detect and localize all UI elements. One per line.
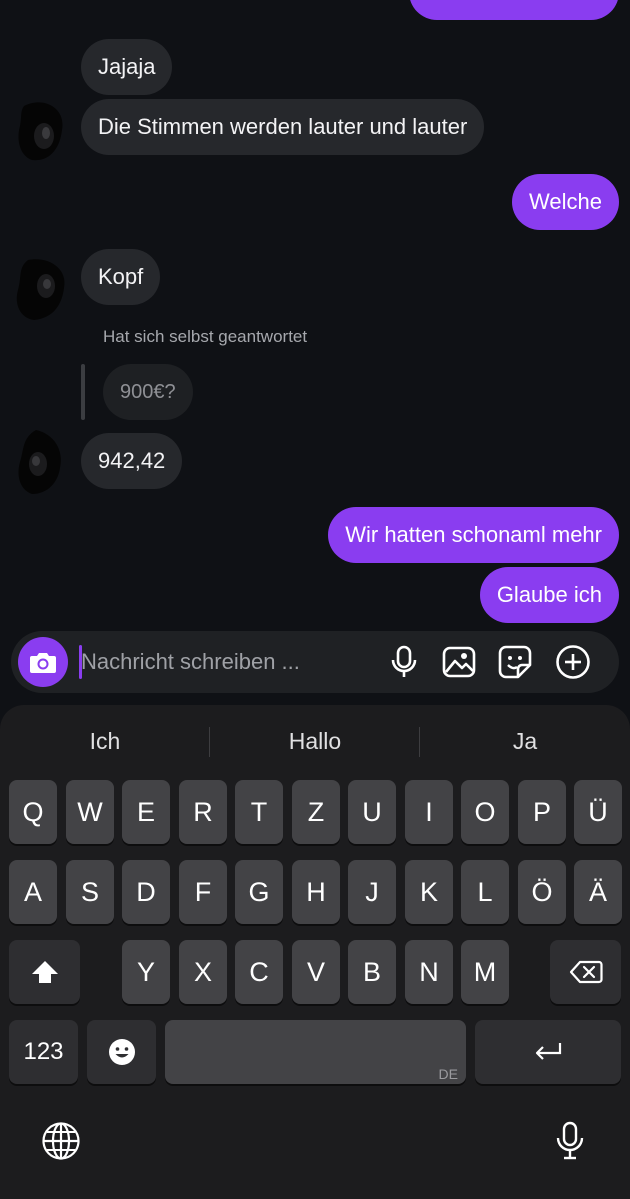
camera-button[interactable] [18, 637, 68, 687]
key[interactable]: W [66, 780, 114, 844]
key[interactable]: S [66, 860, 114, 924]
key[interactable]: Ü [574, 780, 622, 844]
contact-avatar[interactable] [14, 428, 68, 496]
quoted-message[interactable]: 900€? [103, 364, 193, 420]
return-icon [535, 1043, 562, 1060]
outgoing-message[interactable]: Welche [512, 174, 619, 230]
key[interactable]: U [348, 780, 396, 844]
key[interactable]: K [405, 860, 453, 924]
sticker-button[interactable] [497, 644, 533, 680]
space-key[interactable]: DE [165, 1020, 466, 1084]
key[interactable]: J [348, 860, 396, 924]
key[interactable]: P [518, 780, 566, 844]
conversation-view: Jajaja Die Stimmen werden lauter und lau… [0, 0, 630, 700]
suggestion-item[interactable]: Hallo [210, 719, 420, 763]
message-input[interactable] [81, 642, 381, 682]
suggestion-bar: Ich Hallo Ja [0, 719, 630, 763]
shift-arrow-icon [31, 961, 58, 983]
quote-bar [81, 364, 85, 420]
reply-indicator: Hat sich selbst geantwortet [103, 327, 308, 346]
key[interactable]: F [179, 860, 227, 924]
shift-key[interactable] [9, 940, 80, 1004]
key[interactable]: N [405, 940, 453, 1004]
key[interactable]: V [292, 940, 340, 1004]
backspace-key[interactable] [550, 940, 621, 1004]
globe-icon [42, 1122, 80, 1160]
switch-keyboard-button[interactable] [39, 1119, 83, 1163]
contact-avatar[interactable] [14, 254, 68, 322]
microphone-icon [556, 1121, 584, 1160]
gallery-button[interactable] [441, 644, 477, 680]
more-options-button[interactable] [555, 644, 591, 680]
key[interactable]: T [235, 780, 283, 844]
key[interactable]: C [235, 940, 283, 1004]
plus-circle-icon [556, 645, 590, 679]
keyboard-language-label: DE [438, 1066, 458, 1082]
return-key[interactable] [475, 1020, 621, 1084]
key[interactable]: Q [9, 780, 57, 844]
message-composer [11, 631, 619, 693]
incoming-message[interactable]: 942,42 [81, 433, 183, 489]
outgoing-message[interactable]: Glaube ich [479, 567, 619, 623]
suggestion-item[interactable]: Ich [0, 719, 210, 763]
incoming-message[interactable]: Jajaja [81, 39, 173, 95]
key[interactable]: E [122, 780, 170, 844]
key[interactable]: I [405, 780, 453, 844]
key[interactable]: X [179, 940, 227, 1004]
sticker-icon [498, 645, 532, 679]
outgoing-message-cropped[interactable] [409, 0, 619, 20]
suggestion-item[interactable]: Ja [420, 719, 630, 763]
key[interactable]: H [292, 860, 340, 924]
key[interactable]: Ä [574, 860, 622, 924]
dictation-button[interactable] [548, 1119, 592, 1163]
key[interactable]: B [348, 940, 396, 1004]
key[interactable]: M [461, 940, 509, 1004]
outgoing-message[interactable]: Wir hatten schonaml mehr [328, 507, 619, 563]
key[interactable]: O [461, 780, 509, 844]
key[interactable]: D [122, 860, 170, 924]
incoming-message[interactable]: Kopf [81, 249, 161, 305]
camera-icon [30, 653, 56, 673]
backspace-icon [569, 960, 603, 984]
key[interactable]: Ö [518, 860, 566, 924]
key[interactable]: Z [292, 780, 340, 844]
key[interactable]: G [235, 860, 283, 924]
incoming-message[interactable]: Die Stimmen werden lauter und lauter [81, 99, 485, 155]
image-icon [442, 646, 476, 678]
key[interactable]: A [9, 860, 57, 924]
microphone-icon [391, 645, 417, 677]
voice-message-button[interactable] [386, 644, 422, 680]
emoji-icon [108, 1039, 135, 1065]
key[interactable]: L [461, 860, 509, 924]
onscreen-keyboard: Ich Hallo Ja Q W E R T Z U I O P Ü A S D… [0, 705, 630, 1199]
emoji-key[interactable] [87, 1020, 156, 1084]
contact-avatar[interactable] [14, 96, 68, 164]
key[interactable]: Y [122, 940, 170, 1004]
key[interactable]: R [179, 780, 227, 844]
numbers-key[interactable]: 123 [9, 1020, 78, 1084]
